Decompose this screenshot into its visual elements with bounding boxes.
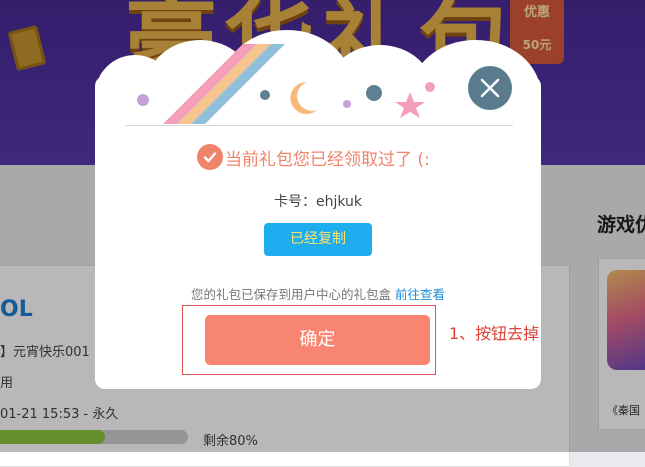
copy-button[interactable]: 已经复制 [264,223,372,256]
claim-status: 当前礼包您已经领取过了 (: [197,143,430,171]
dialog-divider [125,125,513,126]
close-button[interactable] [468,66,512,110]
confirm-button[interactable]: 确定 [205,315,430,365]
status-message: 当前礼包您已经领取过了 (: [225,149,430,170]
saved-notice: 您的礼包已保存到用户中心的礼包盒 前往查看 [0,284,636,303]
check-icon [197,144,223,170]
card-number: 卡号：ehjkuk [273,194,363,210]
saved-notice-text: 您的礼包已保存到用户中心的礼包盒 [190,287,391,302]
view-gift-box-link[interactable]: 前往查看 [395,287,445,302]
annotation-note: 1、按钮去掉 [449,324,540,343]
close-icon [480,78,500,98]
